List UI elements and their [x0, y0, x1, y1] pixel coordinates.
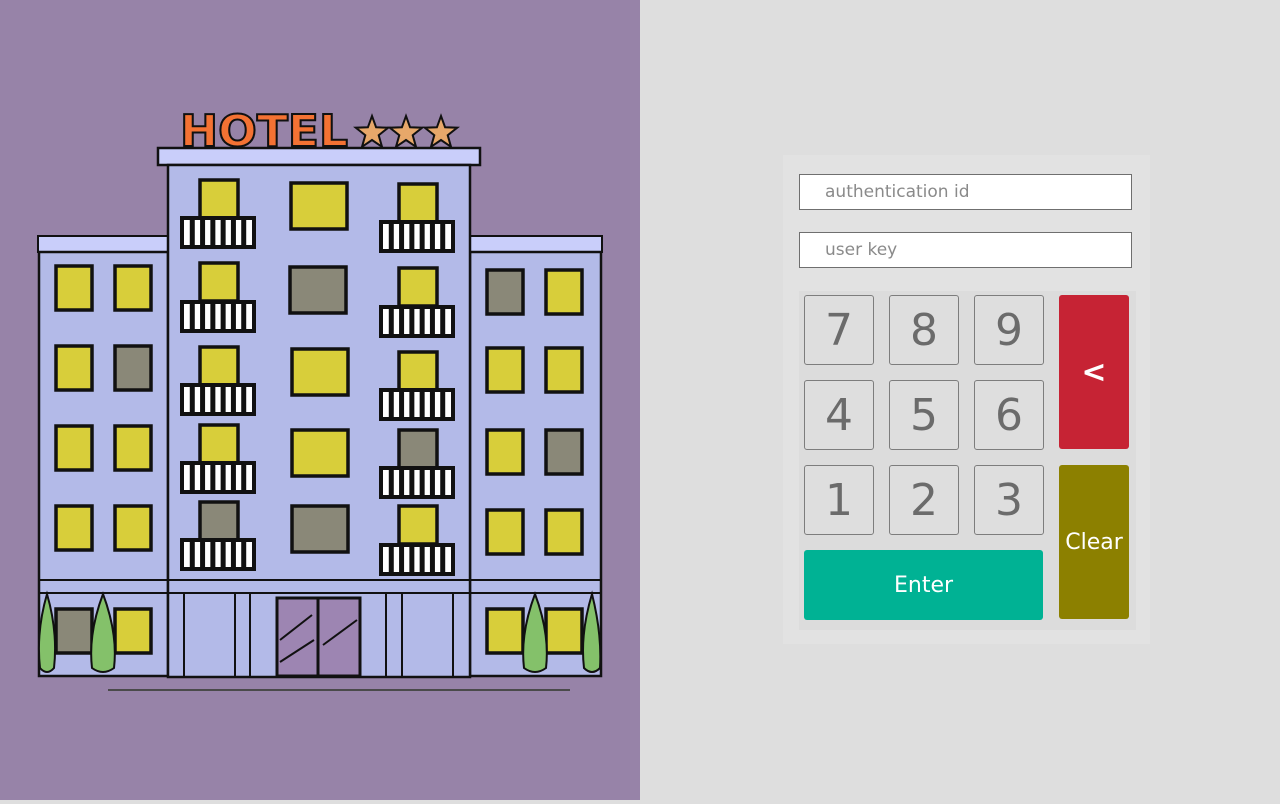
hotel-window	[485, 346, 525, 394]
hotel-window	[397, 182, 439, 224]
illustration-panel: HOTEL	[0, 0, 640, 800]
balcony-railing	[379, 305, 455, 338]
hotel-window	[113, 607, 153, 655]
hotel-window	[198, 500, 240, 542]
hotel-stars	[353, 113, 460, 150]
hotel-window	[290, 347, 350, 397]
enter-button[interactable]: Enter	[804, 550, 1043, 620]
hotel-sign: HOTEL	[180, 106, 348, 157]
hotel-window	[397, 428, 439, 470]
key-4[interactable]: 4	[804, 380, 874, 450]
hotel-window	[544, 346, 584, 394]
hotel-window	[485, 268, 525, 316]
hotel-window	[113, 424, 153, 472]
balcony-railing	[180, 538, 256, 571]
hotel-window	[54, 607, 94, 655]
key-6[interactable]: 6	[974, 380, 1044, 450]
star-icon	[353, 113, 391, 150]
hotel-window	[113, 344, 153, 392]
hotel-window	[54, 504, 94, 552]
balcony-railing	[180, 216, 256, 249]
keypad: 7 8 9 4 5 6 1 2 3 < Clear Enter	[799, 291, 1136, 630]
key-9[interactable]: 9	[974, 295, 1044, 365]
key-8[interactable]: 8	[889, 295, 959, 365]
balcony-railing	[180, 300, 256, 333]
hotel-window	[198, 178, 240, 220]
key-5[interactable]: 5	[889, 380, 959, 450]
hotel-window	[544, 607, 584, 655]
balcony-railing	[180, 461, 256, 494]
clear-button[interactable]: Clear	[1059, 465, 1129, 619]
login-card: 7 8 9 4 5 6 1 2 3 < Clear Enter	[783, 155, 1150, 644]
hotel-window	[198, 261, 240, 303]
backspace-icon: <	[1081, 354, 1107, 390]
hotel-window	[544, 428, 584, 476]
hotel-window	[544, 268, 584, 316]
backspace-button[interactable]: <	[1059, 295, 1129, 449]
key-3[interactable]: 3	[974, 465, 1044, 535]
star-icon	[422, 113, 460, 150]
hotel-window	[397, 504, 439, 546]
balcony-railing	[379, 220, 455, 253]
user-key-input[interactable]	[799, 232, 1132, 268]
hotel-window	[544, 508, 584, 556]
hotel-window	[290, 428, 350, 478]
hotel-illustration: HOTEL	[37, 105, 603, 691]
authentication-id-input[interactable]	[799, 174, 1132, 210]
hotel-window	[290, 504, 350, 554]
hotel-window	[54, 424, 94, 472]
hotel-window	[288, 265, 348, 315]
hotel-window	[54, 344, 94, 392]
hotel-window	[397, 266, 439, 308]
balcony-railing	[379, 466, 455, 499]
hotel-window	[485, 428, 525, 476]
hotel-window	[485, 508, 525, 556]
balcony-railing	[180, 383, 256, 416]
hotel-window	[198, 345, 240, 387]
hotel-window	[289, 181, 349, 231]
key-2[interactable]: 2	[889, 465, 959, 535]
star-icon	[387, 113, 425, 150]
hotel-window	[198, 423, 240, 465]
login-panel: 7 8 9 4 5 6 1 2 3 < Clear Enter	[640, 0, 1280, 800]
hotel-window	[54, 264, 94, 312]
hotel-door	[275, 596, 362, 678]
key-1[interactable]: 1	[804, 465, 874, 535]
hotel-window	[113, 264, 153, 312]
hotel-window	[397, 350, 439, 392]
key-7[interactable]: 7	[804, 295, 874, 365]
balcony-railing	[379, 543, 455, 576]
hotel-window	[113, 504, 153, 552]
balcony-railing	[379, 388, 455, 421]
hotel-window	[485, 607, 525, 655]
